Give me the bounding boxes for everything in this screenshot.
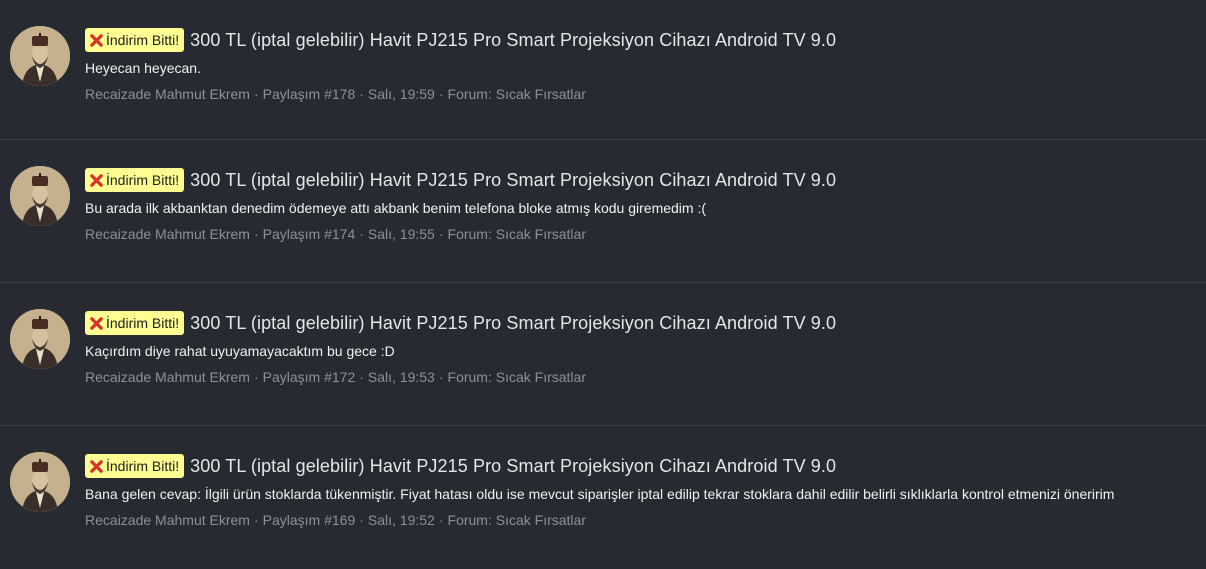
meta-separator: · [359,512,364,528]
search-result-item: İndirim Bitti! 300 TL (iptal gelebilir) … [0,426,1206,569]
result-title-line: İndirim Bitti! 300 TL (iptal gelebilir) … [85,27,1202,53]
thread-title-link[interactable]: 300 TL (iptal gelebilir) Havit PJ215 Pro… [190,30,836,51]
search-result-item: İndirim Bitti! 300 TL (iptal gelebilir) … [0,140,1206,283]
thread-title-link[interactable]: 300 TL (iptal gelebilir) Havit PJ215 Pro… [190,313,836,334]
result-content: İndirim Bitti! 300 TL (iptal gelebilir) … [85,167,1202,242]
meta-separator: · [438,86,444,102]
deal-ended-label[interactable]: İndirim Bitti! [85,168,185,192]
result-meta: Recaizade Mahmut Ekrem · Paylaşım #174 · Sal… [85,226,1202,242]
avatar-portrait-icon [10,26,70,86]
forum-link[interactable]: Forum: Sıcak Fırsatlar [448,86,586,102]
post-number-link[interactable]: Paylaşım #178 [263,86,356,102]
meta-separator: · [253,369,259,385]
meta-separator: · [253,86,259,102]
search-results-list: İndirim Bitti! 300 TL (iptal gelebilir) … [0,0,1206,564]
result-content: İndirim Bitti! 300 TL (iptal gelebilir) … [85,27,1202,102]
cross-mark-icon [90,459,103,473]
post-date: Salı, 19:59 [367,86,435,102]
avatar-portrait-icon [10,166,70,226]
post-number-link[interactable]: Paylaşım #174 [263,226,356,242]
meta-separator: · [438,512,444,528]
label-text: İndirim Bitti! [106,315,180,331]
post-snippet[interactable]: Heyecan heyecan. [85,60,1202,76]
result-title-line: İndirim Bitti! 300 TL (iptal gelebilir) … [85,453,1202,479]
user-avatar[interactable] [10,452,70,512]
result-meta: Recaizade Mahmut Ekrem · Paylaşım #172 · Sal… [85,369,1202,385]
meta-separator: · [359,369,364,385]
cross-mark-icon [90,33,103,47]
post-snippet[interactable]: Bu arada ilk akbanktan denedim ödemeye a… [85,200,1202,216]
label-text: İndirim Bitti! [106,458,180,474]
meta-separator: · [438,369,444,385]
post-date: Salı, 19:55 [367,226,435,242]
search-result-item: İndirim Bitti! 300 TL (iptal gelebilir) … [0,0,1206,140]
author-link[interactable]: Recaizade Mahmut Ekrem [85,512,250,528]
user-avatar[interactable] [10,166,70,226]
post-number-link[interactable]: Paylaşım #172 [263,369,356,385]
author-link[interactable]: Recaizade Mahmut Ekrem [85,226,250,242]
thread-title-link[interactable]: 300 TL (iptal gelebilir) Havit PJ215 Pro… [190,170,836,191]
meta-separator: · [253,226,259,242]
label-text: İndirim Bitti! [106,32,180,48]
deal-ended-label[interactable]: İndirim Bitti! [85,311,185,335]
label-text: İndirim Bitti! [106,172,180,188]
deal-ended-label[interactable]: İndirim Bitti! [85,454,185,478]
avatar-portrait-icon [10,309,70,369]
cross-mark-icon [90,316,103,330]
post-number-link[interactable]: Paylaşım #169 [263,512,356,528]
forum-link[interactable]: Forum: Sıcak Fırsatlar [448,226,586,242]
forum-link[interactable]: Forum: Sıcak Fırsatlar [448,369,586,385]
search-result-item: İndirim Bitti! 300 TL (iptal gelebilir) … [0,283,1206,426]
forum-link[interactable]: Forum: Sıcak Fırsatlar [448,512,586,528]
meta-separator: · [359,86,364,102]
thread-title-link[interactable]: 300 TL (iptal gelebilir) Havit PJ215 Pro… [190,456,836,477]
user-avatar[interactable] [10,26,70,86]
post-date: Salı, 19:52 [367,512,435,528]
post-snippet[interactable]: Kaçırdım diye rahat uyuyamayacaktım bu g… [85,343,1202,359]
deal-ended-label[interactable]: İndirim Bitti! [85,28,185,52]
author-link[interactable]: Recaizade Mahmut Ekrem [85,86,250,102]
meta-separator: · [253,512,259,528]
user-avatar[interactable] [10,309,70,369]
result-title-line: İndirim Bitti! 300 TL (iptal gelebilir) … [85,310,1202,336]
avatar-portrait-icon [10,452,70,512]
result-meta: Recaizade Mahmut Ekrem · Paylaşım #169 · Sal… [85,512,1202,528]
result-content: İndirim Bitti! 300 TL (iptal gelebilir) … [85,453,1202,528]
result-meta: Recaizade Mahmut Ekrem · Paylaşım #178 · Sal… [85,86,1202,102]
result-title-line: İndirim Bitti! 300 TL (iptal gelebilir) … [85,167,1202,193]
meta-separator: · [438,226,444,242]
result-content: İndirim Bitti! 300 TL (iptal gelebilir) … [85,310,1202,385]
author-link[interactable]: Recaizade Mahmut Ekrem [85,369,250,385]
post-snippet[interactable]: Bana gelen cevap: İlgili ürün stoklarda … [85,486,1202,502]
cross-mark-icon [90,173,103,187]
meta-separator: · [359,226,364,242]
post-date: Salı, 19:53 [367,369,435,385]
